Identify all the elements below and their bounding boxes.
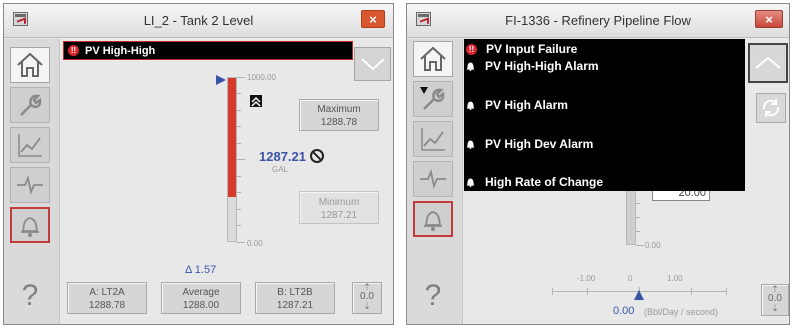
- alarm-bell-icon: [424, 211, 442, 231]
- alarm-row-high-rate-of-change[interactable]: High Rate of Change: [466, 175, 603, 189]
- average-button[interactable]: Average 1288.00: [161, 282, 241, 314]
- reset-button[interactable]: ⇡ 0.0 ⇣: [761, 284, 789, 316]
- nav-sidebar: ?: [4, 39, 60, 324]
- alarms-tab-button[interactable]: [413, 201, 453, 237]
- minimum-button[interactable]: Minimum 1287.21: [299, 191, 379, 224]
- maximum-value: 1288.78: [320, 117, 358, 128]
- home-tab-button[interactable]: [413, 41, 453, 77]
- tank-level-faceplate-window: LI_2 - Tank 2 Level × ? !! PV High-High: [3, 3, 394, 325]
- expand-alarms-button[interactable]: [354, 47, 391, 81]
- red-alert-icon: !!: [68, 45, 79, 56]
- close-button[interactable]: ×: [361, 10, 385, 28]
- minimum-value: 1287.21: [320, 210, 358, 221]
- alarm-label: PV High Dev Alarm: [485, 137, 594, 151]
- window-title: FI-1336 - Refinery Pipeline Flow: [505, 13, 691, 28]
- arrow-down-icon: ⇣: [363, 301, 371, 311]
- trend-up-fast-icon: [250, 95, 262, 107]
- input-a-value: 1288.78: [88, 300, 126, 311]
- maximum-label: Maximum: [317, 104, 361, 115]
- minimum-label: Minimum: [318, 197, 360, 208]
- alarm-banner-text: PV High-High: [85, 44, 156, 57]
- alarm-label: PV Input Failure: [486, 42, 578, 56]
- wrench-icon: [420, 87, 445, 110]
- diagnostics-tab-button[interactable]: [413, 161, 453, 197]
- bell-icon: [466, 61, 475, 71]
- alarm-label: High Rate of Change: [485, 175, 604, 189]
- delta-value: Δ 1.57: [185, 264, 217, 276]
- roc-tick-label: 1.00: [667, 274, 683, 283]
- chevron-up-icon: [755, 56, 781, 69]
- help-button[interactable]: ?: [413, 276, 453, 316]
- scale-bottom-label: 0.00: [247, 239, 263, 248]
- average-label: Average: [182, 287, 220, 298]
- alarm-row-pv-high-high[interactable]: PV High-High Alarm: [466, 59, 599, 73]
- bargraph-scale: [636, 203, 644, 246]
- alarm-list-panel: !! PV Input Failure PV High-High Alarm P…: [464, 39, 745, 191]
- bell-icon: [466, 100, 475, 110]
- maintenance-tab-button[interactable]: [10, 87, 50, 123]
- roc-units: (Bbl/Day / second): [644, 307, 719, 317]
- pv-units: GAL: [272, 165, 289, 174]
- alarm-label: PV High Alarm: [485, 98, 568, 112]
- scale-top-label: 1000.00: [247, 73, 276, 82]
- average-value: 1288.00: [182, 300, 220, 311]
- faceplate-content: !! PV High-High 1000.00 0.00 Maximum 128…: [61, 39, 393, 324]
- pulse-icon: [420, 169, 446, 189]
- maximum-button[interactable]: Maximum 1288.78: [299, 99, 379, 131]
- trends-tab-button[interactable]: [413, 121, 453, 157]
- pv-value[interactable]: 1287.21: [259, 149, 306, 164]
- flow-bargraph: [626, 189, 636, 245]
- setpoint-marker-icon[interactable]: [215, 73, 226, 87]
- close-button[interactable]: ×: [755, 10, 783, 28]
- alarm-row-pv-high-dev[interactable]: PV High Dev Alarm: [466, 137, 593, 151]
- level-bargraph-fill: [228, 78, 236, 197]
- chevron-down-icon: [360, 58, 385, 71]
- home-tab-button[interactable]: [10, 47, 50, 83]
- reset-alarms-button[interactable]: [756, 93, 786, 123]
- trend-chart-icon: [421, 128, 445, 151]
- red-alert-icon: !!: [466, 43, 477, 55]
- maintenance-tab-button[interactable]: [413, 81, 453, 117]
- collapse-alarms-button[interactable]: [748, 43, 788, 83]
- help-button[interactable]: ?: [10, 276, 50, 316]
- input-b-button[interactable]: B: LT2B 1287.21: [255, 282, 335, 314]
- input-b-value: 1287.21: [276, 300, 314, 311]
- input-a-label: A: LT2A: [89, 287, 125, 298]
- pipeline-flow-faceplate-window: FI-1336 - Refinery Pipeline Flow × ? 0.0…: [406, 3, 790, 325]
- roc-tick-label: 0: [628, 274, 633, 283]
- pulse-icon: [17, 175, 43, 195]
- bell-icon: [466, 177, 475, 187]
- trends-tab-button[interactable]: [10, 127, 50, 163]
- alarm-label: PV High-High Alarm: [485, 59, 599, 73]
- input-a-button[interactable]: A: LT2A 1288.78: [67, 282, 147, 314]
- bargraph-scale: [237, 77, 245, 243]
- bell-icon: [466, 139, 475, 149]
- roc-tick-label: -1.00: [577, 274, 596, 283]
- level-bargraph: [227, 77, 237, 242]
- home-icon: [420, 46, 446, 71]
- trend-chart-icon: [18, 134, 42, 157]
- window-title: LI_2 - Tank 2 Level: [143, 13, 254, 28]
- wrench-icon: [20, 94, 42, 116]
- diagnostics-tab-button[interactable]: [10, 167, 50, 203]
- alarms-tab-button[interactable]: [10, 207, 50, 243]
- roc-indicator-icon: [633, 288, 645, 300]
- alarm-banner[interactable]: !! PV High-High: [63, 41, 353, 60]
- faceplate-content: 0.00 20.00 !! PV Input Failure PV High-H…: [464, 39, 789, 324]
- title-bar[interactable]: LI_2 - Tank 2 Level ×: [4, 4, 393, 38]
- home-icon: [17, 52, 43, 77]
- reset-max-min-button[interactable]: ⇡ 0.0 ⇣: [352, 282, 382, 314]
- bypass-icon: [310, 149, 324, 163]
- arrow-down-icon: ⇣: [771, 303, 779, 313]
- alarm-row-pv-input-failure[interactable]: !! PV Input Failure: [466, 42, 577, 56]
- alarm-bell-icon: [21, 217, 39, 237]
- roc-value[interactable]: 0.00: [613, 305, 634, 317]
- title-bar[interactable]: FI-1336 - Refinery Pipeline Flow ×: [407, 4, 789, 38]
- alarm-row-pv-high[interactable]: PV High Alarm: [466, 98, 568, 112]
- input-b-label: B: LT2B: [277, 287, 313, 298]
- refresh-icon: [762, 99, 780, 117]
- nav-sidebar: ?: [407, 39, 463, 324]
- scale-bottom-label: 0.00: [645, 241, 661, 250]
